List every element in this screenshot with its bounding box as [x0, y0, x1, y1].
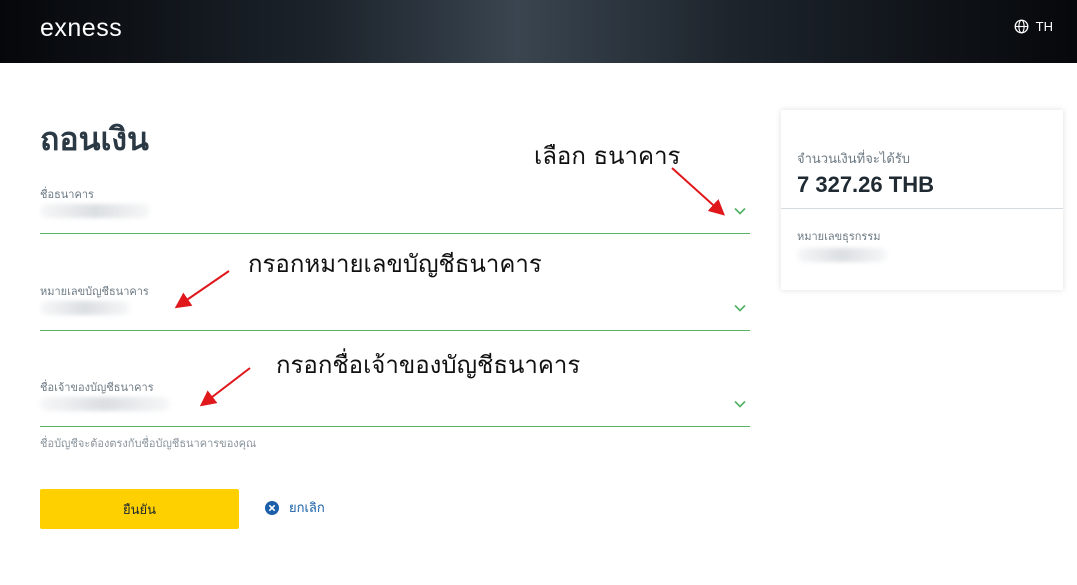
- annotation-select-bank: เลือก ธนาคาร: [534, 142, 681, 170]
- confirm-button[interactable]: ยืนยัน: [40, 489, 239, 529]
- withdrawal-summary-card: จำนวนเงินที่จะได้รับ 7 327.26 THB หมายเล…: [781, 110, 1063, 290]
- check-icon: [734, 400, 746, 408]
- check-icon: [734, 207, 746, 215]
- page-title: ถอนเงิน: [40, 120, 149, 158]
- exness-logo[interactable]: exness: [40, 14, 122, 43]
- cancel-label: ยกเลิก: [289, 501, 325, 516]
- top-bar: exness TH: [0, 0, 1077, 63]
- bank-name-label: ชื่อธนาคาร: [40, 188, 94, 201]
- account-owner-value: [40, 397, 170, 411]
- annotation-fill-account-number: กรอกหมายเลขบัญชีธนาคาร: [248, 250, 542, 278]
- account-owner-label: ชื่อเจ้าของบัญชีธนาคาร: [40, 381, 154, 394]
- summary-divider: [781, 208, 1063, 209]
- close-circle-icon: [265, 500, 279, 515]
- globe-icon: [1014, 19, 1029, 34]
- receive-amount-value: 7 327.26 THB: [797, 172, 934, 197]
- account-number-field[interactable]: หมายเลขบัญชีธนาคาร: [40, 282, 750, 331]
- bank-name-value: [40, 204, 150, 218]
- cancel-button[interactable]: ยกเลิก: [265, 497, 325, 518]
- account-number-label: หมายเลขบัญชีธนาคาร: [40, 285, 149, 298]
- annotation-fill-account-owner: กรอกชื่อเจ้าของบัญชีธนาคาร: [276, 351, 581, 379]
- transaction-number-label: หมายเลขธุรกรรม: [797, 230, 881, 243]
- account-owner-field[interactable]: ชื่อเจ้าของบัญชีธนาคาร: [40, 378, 750, 427]
- check-icon: [734, 304, 746, 312]
- bank-name-field[interactable]: ชื่อธนาคาร: [40, 185, 750, 234]
- receive-amount-label: จำนวนเงินที่จะได้รับ: [797, 152, 911, 167]
- language-code: TH: [1035, 19, 1053, 34]
- account-name-hint: ชื่อบัญชีจะต้องตรงกับชื่อบัญชีธนาคารของค…: [40, 437, 257, 450]
- language-selector[interactable]: TH: [1014, 19, 1053, 34]
- transaction-number-value: [797, 248, 887, 262]
- account-number-value: [40, 301, 130, 315]
